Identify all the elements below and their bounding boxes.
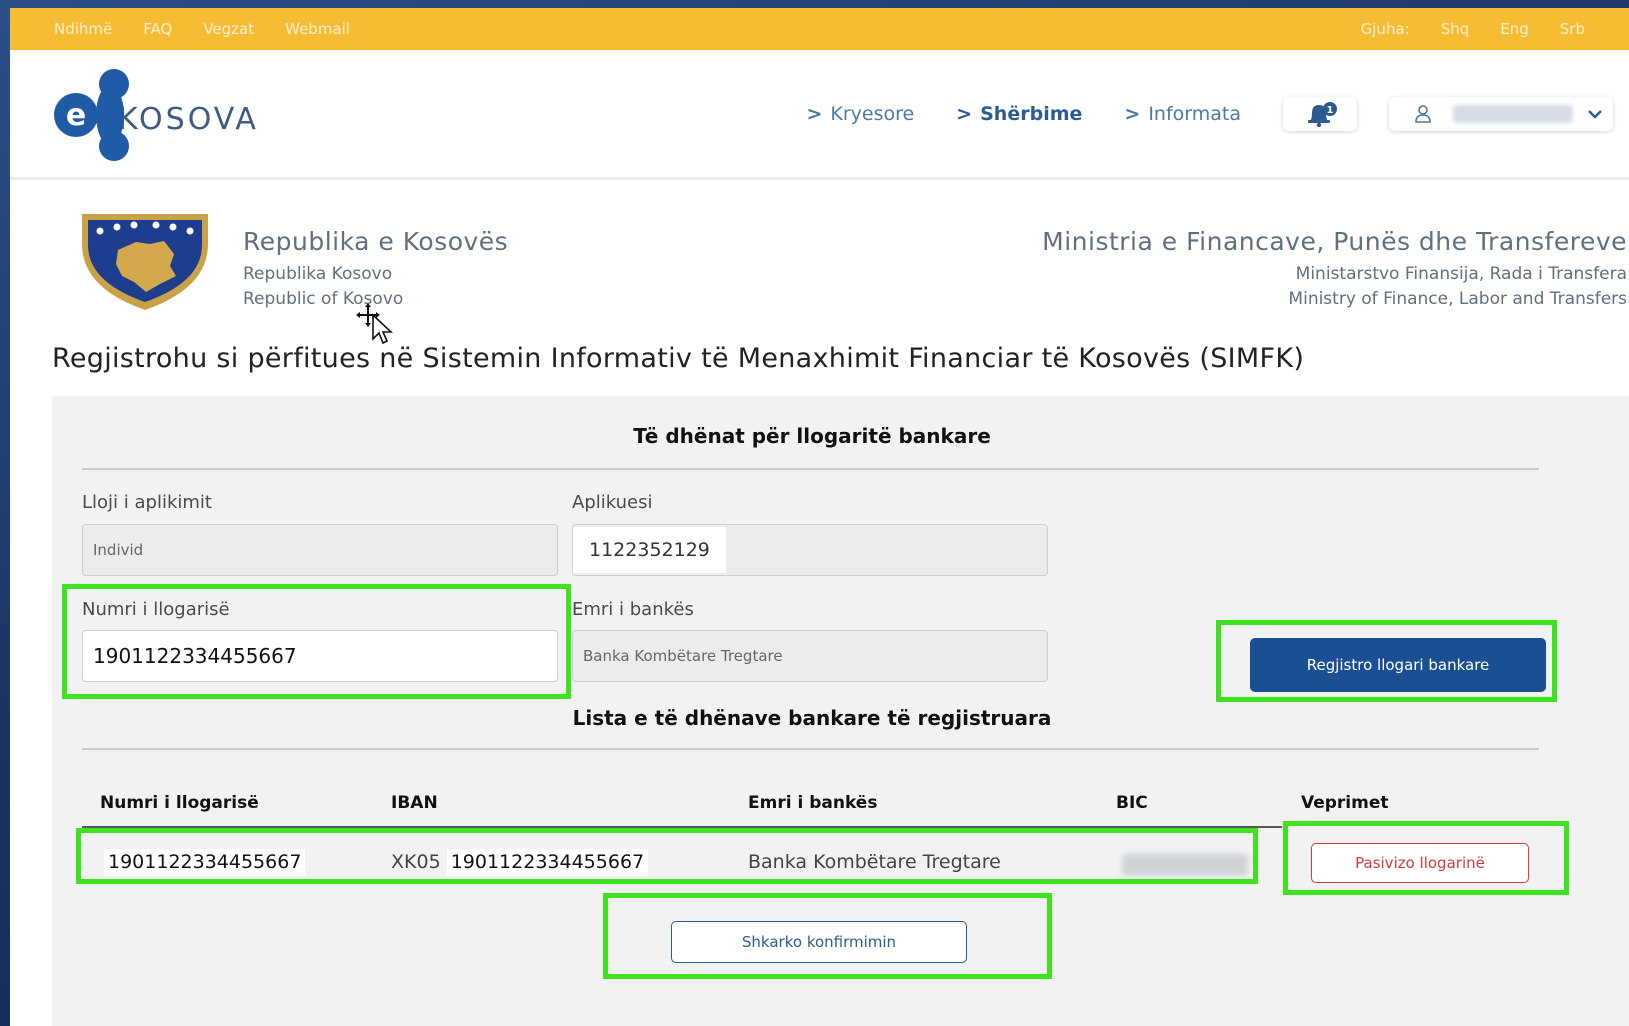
ministry-names: Ministria e Financave, Punës dhe Transfe…	[1042, 227, 1627, 309]
highlight-register-button	[1216, 620, 1557, 702]
column-header-bank: Emri i bankës	[748, 793, 878, 813]
page: Ndihmë FAQ Vegzat Webmail Gjuha: Shq Eng…	[10, 8, 1629, 1026]
ekosova-logo[interactable]: e KOSOVA	[52, 66, 259, 164]
help-link[interactable]: Ndihmë	[54, 20, 112, 38]
nav-home-label: Kryesore	[830, 103, 915, 125]
application-type-label: Lloji i aplikimit	[82, 492, 212, 513]
site-header: e KOSOVA > Kryesore > Shërbime > Informa…	[10, 50, 1629, 180]
faq-link[interactable]: FAQ	[143, 20, 172, 38]
notifications-button[interactable]: 1	[1283, 97, 1357, 131]
bank-name-field: Banka Kombëtare Tregtare	[572, 630, 1048, 682]
ministry-name-sq: Ministria e Financave, Punës dhe Transfe…	[1042, 227, 1627, 256]
highlight-table-row	[76, 828, 1258, 884]
language-switcher: Gjuha: Shq Eng Srb	[1330, 20, 1585, 38]
svg-text:e: e	[66, 98, 86, 133]
kosovo-emblem-icon	[78, 210, 212, 316]
top-utility-bar: Ndihmë FAQ Vegzat Webmail Gjuha: Shq Eng…	[10, 8, 1629, 50]
column-header-iban: IBAN	[391, 793, 438, 813]
registered-accounts-title: Lista e të dhënave bankare të regjistrua…	[572, 706, 1052, 730]
applicant-value: 1122352129	[573, 527, 726, 573]
bell-icon: 1	[1308, 102, 1337, 127]
chevron-down-icon	[1588, 110, 1602, 119]
chevron-right-icon: >	[806, 103, 823, 125]
bank-details-title: Të dhënat për llogaritë bankare	[633, 424, 991, 448]
column-header-bic: BIC	[1116, 793, 1148, 813]
nav-services[interactable]: > Shërbime	[956, 103, 1082, 125]
highlight-download-button	[603, 893, 1052, 979]
nav-home[interactable]: > Kryesore	[806, 103, 914, 125]
user-name-redacted	[1453, 105, 1573, 123]
applicant-field: 1122352129	[572, 524, 1048, 576]
chevron-right-icon: >	[956, 103, 973, 125]
language-eng[interactable]: Eng	[1500, 20, 1529, 38]
divider	[82, 748, 1539, 750]
ministry-name-en: Ministry of Finance, Labor and Transfers	[1288, 289, 1627, 309]
ekosova-logo-icon: e	[52, 66, 144, 164]
government-heading: Republika e Kosovës Republika Kosovo Rep…	[10, 180, 1629, 320]
chevron-right-icon: >	[1124, 103, 1141, 125]
language-srb[interactable]: Srb	[1560, 20, 1585, 38]
user-menu-button[interactable]	[1389, 97, 1613, 131]
column-header-actions: Veprimet	[1301, 793, 1389, 813]
column-header-account: Numri i llogarisë	[100, 793, 259, 813]
main-nav: > Kryesore > Shërbime > Informata 1	[806, 97, 1613, 131]
nav-information-label: Informata	[1148, 103, 1241, 125]
divider	[82, 468, 1539, 470]
applicant-label: Aplikuesi	[572, 492, 653, 513]
language-label: Gjuha:	[1360, 20, 1410, 38]
links-link[interactable]: Vegzat	[203, 20, 254, 38]
republic-names: Republika e Kosovës Republika Kosovo Rep…	[243, 227, 508, 309]
page-title: Regjistrohu si përfitues në Sistemin Inf…	[52, 343, 1305, 374]
nav-information[interactable]: > Informata	[1124, 103, 1241, 125]
user-icon	[1415, 105, 1431, 123]
application-type-field: Individ	[82, 524, 558, 576]
republic-name-sr: Republika Kosovo	[243, 264, 393, 284]
republic-name-sq: Republika e Kosovës	[243, 227, 509, 256]
language-shq[interactable]: Shq	[1441, 20, 1470, 38]
ministry-name-sr: Ministarstvo Finansija, Rada i Transfera	[1295, 264, 1627, 284]
bank-name-label: Emri i bankës	[572, 599, 694, 620]
highlight-deactivate-button	[1283, 821, 1569, 895]
webmail-link[interactable]: Webmail	[285, 20, 350, 38]
svg-text:1: 1	[1327, 105, 1334, 116]
highlight-account-input	[62, 584, 571, 699]
nav-services-label: Shërbime	[980, 103, 1083, 125]
